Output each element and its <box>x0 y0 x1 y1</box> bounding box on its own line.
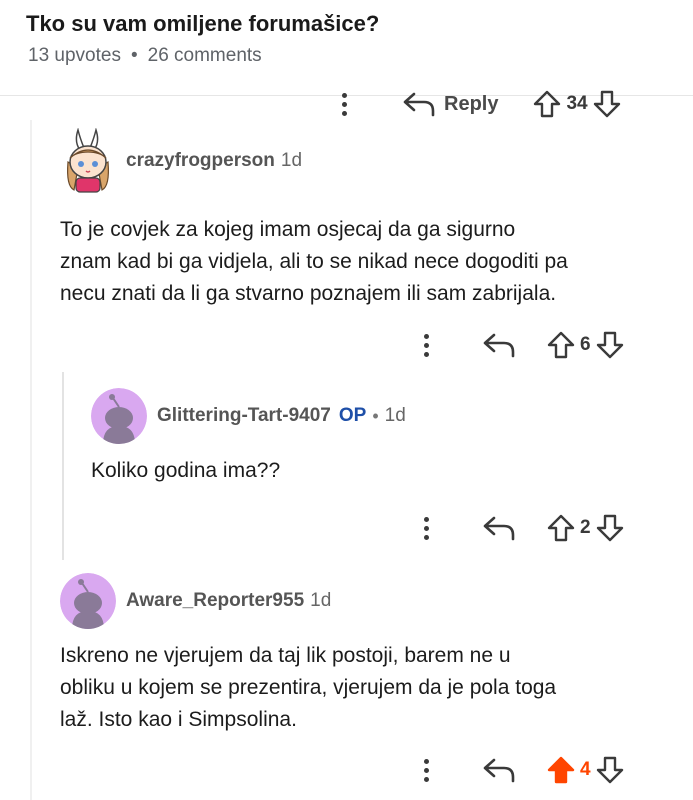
vote-score: 4 <box>580 759 591 780</box>
reply-icon <box>483 333 515 358</box>
comment-actions: 4 <box>416 750 625 790</box>
comment-text-line: znam kad bi ga vidjela, ali to se nikad … <box>60 250 568 273</box>
upvote-icon[interactable] <box>546 330 576 360</box>
vote-controls: 2 <box>546 513 625 543</box>
comment-actions: 2 <box>416 508 625 548</box>
comment-timestamp: 1d <box>310 590 332 611</box>
downvote-icon[interactable] <box>595 755 625 785</box>
comment-timestamp: 1d <box>280 150 303 171</box>
op-badge: OP <box>338 405 367 426</box>
comment-text-line: laž. Isto kao i Simpsolina. <box>60 708 297 731</box>
reply-button[interactable] <box>482 332 516 358</box>
reply-icon <box>483 758 515 783</box>
comment-body: To je covjek za kojeg imam osjecaj da ga… <box>60 214 568 310</box>
upvote-icon-active[interactable] <box>546 755 576 785</box>
comment-actions: Reply 34 <box>334 84 622 124</box>
comment-body: Koliko godina ima?? <box>91 455 280 487</box>
comment-text-line: Koliko godina ima?? <box>91 459 281 482</box>
upvote-icon[interactable] <box>532 89 562 119</box>
comment-username[interactable]: Glittering-Tart-9407 <box>157 405 331 427</box>
comment-author-row: Glittering-Tart-9407 OP • 1d <box>91 388 406 444</box>
meta-separator: • <box>130 45 138 66</box>
comment-text-line: obliku u kojem se prezentira, vjerujem d… <box>60 676 557 699</box>
downvote-icon[interactable] <box>592 89 622 119</box>
comment-count: 26 comments <box>147 45 262 66</box>
upvote-icon[interactable] <box>546 513 576 543</box>
reply-button[interactable] <box>482 757 516 783</box>
comment-timestamp: 1d <box>384 405 406 426</box>
post-header: Tko su vam omiljene forumašice? 13 upvot… <box>0 0 693 96</box>
comment-actions: 6 <box>416 325 625 365</box>
downvote-icon[interactable] <box>595 513 625 543</box>
comment-text-line: necu znati da li ga stvarno poznajem ili… <box>60 282 557 305</box>
default-snoo-avatar[interactable] <box>60 573 116 629</box>
comment-username[interactable]: crazyfrogperson <box>126 150 275 172</box>
post-meta: 13 upvotes • 26 comments <box>28 45 262 67</box>
reply-icon <box>483 516 515 541</box>
thread-line[interactable] <box>30 120 32 800</box>
comment-text-line: Iskreno ne vjerujem da taj lik postoji, … <box>60 644 511 667</box>
meta-separator: • <box>372 405 379 426</box>
vote-score: 6 <box>580 334 591 355</box>
vote-score: 34 <box>566 93 588 114</box>
vote-controls: 4 <box>546 755 625 785</box>
thread-line[interactable] <box>62 372 64 560</box>
vote-controls: 6 <box>546 330 625 360</box>
vote-score: 2 <box>580 517 591 538</box>
more-options-button[interactable] <box>416 755 436 785</box>
more-options-button[interactable] <box>416 330 436 360</box>
reply-label: Reply <box>444 92 499 115</box>
downvote-icon[interactable] <box>595 330 625 360</box>
post-title[interactable]: Tko su vam omiljene forumašice? <box>26 11 379 37</box>
comment-body: Iskreno ne vjerujem da taj lik postoji, … <box>60 640 556 736</box>
default-snoo-avatar[interactable] <box>91 388 147 444</box>
bunny-girl-avatar[interactable] <box>60 128 116 194</box>
more-options-button[interactable] <box>334 89 354 119</box>
comment-username[interactable]: Aware_Reporter955 <box>126 590 304 612</box>
comment-author-row: crazyfrogperson 1d <box>60 128 302 194</box>
reply-icon <box>403 92 435 117</box>
upvote-count: 13 upvotes <box>28 45 121 66</box>
comment-text-line: To je covjek za kojeg imam osjecaj da ga… <box>60 218 516 241</box>
more-options-button[interactable] <box>416 513 436 543</box>
vote-controls: 34 <box>532 89 621 119</box>
comment-author-row: Aware_Reporter955 1d <box>60 573 331 629</box>
reply-button[interactable] <box>482 515 516 541</box>
reply-button[interactable]: Reply <box>402 91 498 117</box>
